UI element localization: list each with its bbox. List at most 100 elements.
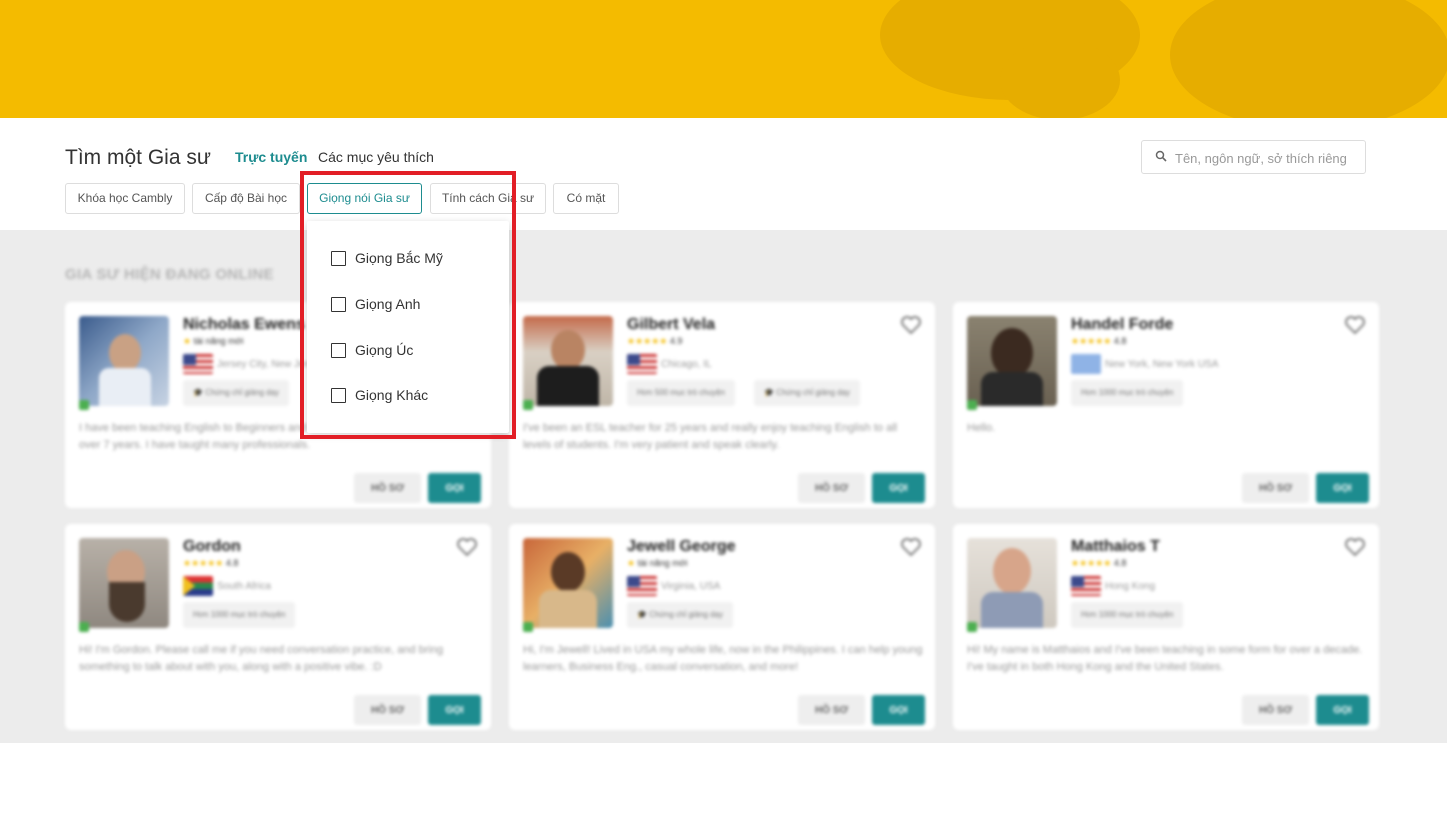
filter-lesson-level[interactable]: Cấp độ Bài học [192, 183, 300, 214]
call-button[interactable]: GỌI [428, 695, 481, 725]
tutor-avatar[interactable] [523, 316, 613, 406]
tutor-location: Hong Kong [1105, 581, 1156, 592]
online-indicator [523, 622, 533, 632]
online-indicator [79, 622, 89, 632]
star-icon: ★ [627, 558, 638, 568]
tutor-description: I've been an ESL teacher for 25 years an… [523, 422, 898, 451]
tutor-location: Chicago, IL [661, 359, 712, 370]
profile-button[interactable]: HỒ SƠ [798, 473, 865, 503]
tutor-chip: 🎓 Chứng chỉ giảng dạy [627, 602, 734, 628]
filter-cambly-course[interactable]: Khóa học Cambly [65, 183, 185, 214]
flag-us-icon [627, 576, 657, 596]
heart-icon[interactable] [1345, 316, 1365, 334]
tutor-avatar[interactable] [79, 316, 169, 406]
accent-option-other[interactable]: Giọng Khác [331, 385, 428, 405]
tutor-chip: Hơn 1000 mục trò chuyện [183, 602, 296, 628]
accent-option-british[interactable]: Giọng Anh [331, 294, 420, 314]
profile-button[interactable]: HỒ SƠ [354, 695, 421, 725]
tutor-card[interactable]: Gilbert Vela ★★★★★ 4.9 Chicago, IL Hơn 5… [509, 302, 935, 508]
checkbox[interactable] [331, 342, 346, 358]
star-icon: ★★★★★ [1071, 336, 1114, 346]
profile-button[interactable]: HỒ SƠ [354, 473, 421, 503]
star-icon: ★★★★★ [627, 336, 670, 346]
call-button[interactable]: GỌI [428, 473, 481, 503]
search-input[interactable] [1175, 148, 1360, 168]
tutor-rating: ★★★★★ 4.8 [183, 558, 239, 568]
accent-dropdown-menu: Giọng Bắc Mỹ Giọng Anh Giọng Úc Giọng Kh… [307, 221, 509, 433]
profile-button[interactable]: HỒ SƠ [798, 695, 865, 725]
flag-us-icon [183, 354, 213, 374]
star-icon: ★★★★★ [183, 558, 226, 568]
accent-option-north-american[interactable]: Giọng Bắc Mỹ [331, 248, 443, 268]
online-indicator [523, 400, 533, 410]
profile-button[interactable]: HỒ SƠ [1242, 473, 1309, 503]
tutor-avatar[interactable] [967, 316, 1057, 406]
checkbox[interactable] [331, 250, 346, 266]
tutor-description: Hi! I'm Gordon. Please call me if you ne… [79, 644, 444, 673]
page-title: Tìm một Gia sư [65, 146, 211, 169]
search-box[interactable] [1141, 140, 1366, 174]
tutor-rating: ★★★★★ 4.8 [1071, 558, 1127, 568]
tutor-rating: ★ tài năng mới [183, 336, 244, 346]
checkbox[interactable] [331, 296, 346, 312]
flag-icon [1071, 354, 1101, 374]
tutor-chip: Hơn 1000 mục trò chuyện [1071, 380, 1184, 406]
tab-online[interactable]: Trực tuyến [235, 149, 307, 165]
tutor-avatar[interactable] [523, 538, 613, 628]
call-button[interactable]: GỌI [1316, 695, 1369, 725]
tutor-location: New York, New York USA [1105, 359, 1219, 370]
online-indicator [79, 400, 89, 410]
tutor-name[interactable]: Gordon [183, 538, 241, 556]
tutor-card[interactable]: Jewell George ★ tài năng mới Virginia, U… [509, 524, 935, 730]
flag-za-icon [183, 576, 213, 596]
tutor-name[interactable]: Nicholas Ewens [183, 316, 305, 334]
tutor-chip: 🎓 Chứng chỉ giảng dạy [754, 380, 861, 406]
section-title: GIA SƯ HIỆN ĐANG ONLINE [65, 266, 274, 283]
checkbox[interactable] [331, 387, 346, 403]
heart-icon[interactable] [1345, 538, 1365, 556]
header-banner [0, 0, 1447, 118]
world-map-decoration [1170, 0, 1447, 118]
tutor-chip: Hơn 1000 mục trò chuyện [1071, 602, 1184, 628]
star-icon: ★ [183, 336, 194, 346]
online-indicator [967, 622, 977, 632]
tutor-rating: ★★★★★ 4.8 [1071, 336, 1127, 346]
profile-button[interactable]: HỒ SƠ [1242, 695, 1309, 725]
tutor-avatar[interactable] [79, 538, 169, 628]
tutor-rating: ★★★★★ 4.9 [627, 336, 683, 346]
filter-availability[interactable]: Có mặt [553, 183, 619, 214]
accent-option-australian[interactable]: Giọng Úc [331, 340, 413, 360]
tutor-chip: Hơn 500 mục trò chuyện [627, 380, 735, 406]
filter-tutor-personality[interactable]: Tính cách Gia sư [430, 183, 546, 214]
flag-us-icon [1071, 576, 1101, 596]
heart-icon[interactable] [901, 538, 921, 556]
heart-icon[interactable] [457, 538, 477, 556]
tutor-location: South Africa [217, 581, 271, 592]
flag-us-icon [627, 354, 657, 374]
tutor-name[interactable]: Gilbert Vela [627, 316, 715, 334]
tutor-name[interactable]: Jewell George [627, 538, 736, 556]
world-map-decoration [1000, 40, 1120, 118]
online-indicator [967, 400, 977, 410]
tutor-description: Hi, I'm Jewell! Lived in USA my whole li… [523, 644, 923, 673]
tutor-rating: ★ tài năng mới [627, 558, 688, 568]
tutor-description: Hello. [967, 422, 996, 434]
tutor-card[interactable]: Matthaios T ★★★★★ 4.8 Hong Kong Hơn 1000… [953, 524, 1379, 730]
tutor-location: Virginia, USA [661, 581, 721, 592]
tutor-description: Hi! My name is Matthaios and I've been t… [967, 644, 1363, 673]
tutor-card[interactable]: Handel Forde ★★★★★ 4.8 New York, New Yor… [953, 302, 1379, 508]
search-icon [1155, 150, 1167, 162]
tutor-list-section: GIA SƯ HIỆN ĐANG ONLINE Nicholas Ewens ★… [0, 230, 1447, 743]
tutor-name[interactable]: Handel Forde [1071, 316, 1173, 334]
tab-favorites[interactable]: Các mục yêu thích [318, 149, 434, 165]
tutor-avatar[interactable] [967, 538, 1057, 628]
star-icon: ★★★★★ [1071, 558, 1114, 568]
tutor-chip: 🎓 Chứng chỉ giảng dạy [183, 380, 290, 406]
call-button[interactable]: GỌI [1316, 473, 1369, 503]
tutor-card[interactable]: Gordon ★★★★★ 4.8 South Africa Hơn 1000 m… [65, 524, 491, 730]
filter-tutor-accent[interactable]: Giọng nói Gia sư [307, 183, 422, 214]
tutor-name[interactable]: Matthaios T [1071, 538, 1160, 556]
heart-icon[interactable] [901, 316, 921, 334]
call-button[interactable]: GỌI [872, 473, 925, 503]
call-button[interactable]: GỌI [872, 695, 925, 725]
